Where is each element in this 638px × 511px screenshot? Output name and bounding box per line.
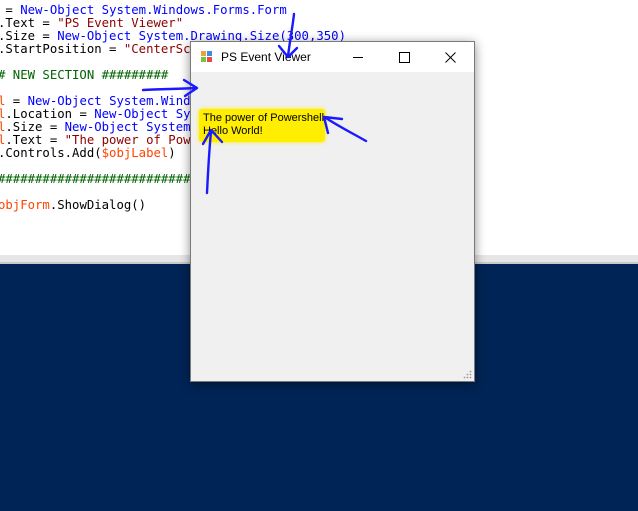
- code-token: .Size =: [0, 29, 58, 43]
- maximize-button[interactable]: [381, 42, 427, 72]
- editor-line: .Controls.Add($objLabel): [0, 147, 176, 160]
- label-line-2: Hello World!: [203, 125, 263, 137]
- code-token: ##########################: [0, 172, 191, 186]
- code-token: New-Object: [27, 94, 102, 108]
- close-button[interactable]: [427, 42, 473, 72]
- code-token: .Text =: [0, 16, 58, 30]
- code-token: .Location =: [5, 107, 95, 121]
- window-titlebar[interactable]: PS Event Viewer: [191, 42, 474, 72]
- label-line-1: The power of Powershell: [203, 112, 325, 124]
- code-token: .ShowDialog(): [49, 198, 147, 212]
- code-token: New-Object: [57, 29, 132, 43]
- maximize-icon: [398, 51, 410, 63]
- code-token: objForm: [0, 198, 50, 212]
- code-token: New-Object: [94, 107, 169, 121]
- code-token: .Text =: [5, 133, 65, 147]
- code-token: .StartPosition =: [0, 42, 124, 56]
- code-token: $objLabel: [101, 146, 169, 160]
- editor-line: ##########################: [0, 173, 191, 186]
- code-token: New-Object: [20, 3, 95, 17]
- code-token: System.Windows.Forms.Form: [94, 3, 287, 17]
- code-token: ): [168, 146, 176, 160]
- form-client-area: The power of Powershell Hello World!: [191, 72, 474, 381]
- form-window[interactable]: PS Event Viewer The power of Powershell …: [190, 41, 475, 382]
- close-icon: [444, 51, 456, 63]
- code-token: New-Object: [64, 120, 139, 134]
- code-token: =: [5, 94, 28, 108]
- code-token: "PS Event Viewer": [57, 16, 184, 30]
- code-token: .Controls.Add(: [0, 146, 102, 160]
- code-token: =: [0, 3, 21, 17]
- editor-line: objForm.ShowDialog(): [0, 199, 146, 212]
- minimize-button[interactable]: [335, 42, 381, 72]
- editor-line: # NEW SECTION #########: [0, 69, 168, 82]
- window-title: PS Event Viewer: [221, 50, 311, 64]
- minimize-icon: [353, 56, 363, 58]
- code-token: # NEW SECTION #########: [0, 68, 169, 82]
- resize-grip-icon[interactable]: [462, 369, 472, 379]
- code-token: .Size =: [5, 120, 65, 134]
- form-app-icon: [201, 51, 213, 63]
